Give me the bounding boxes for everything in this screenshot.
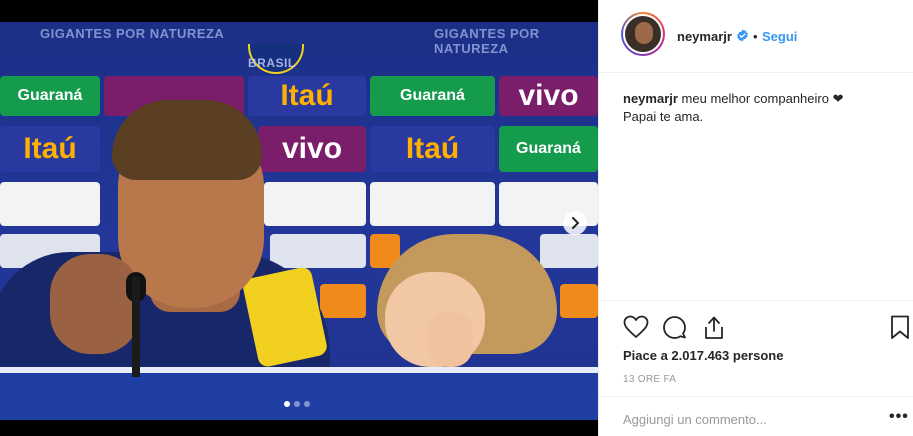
sponsor-tile: Guaraná [499, 126, 598, 172]
post-timestamp[interactable]: 13 ORE FA [623, 374, 676, 385]
carousel-dot[interactable] [294, 401, 300, 407]
share-icon[interactable] [702, 315, 726, 340]
sponsor-tile [320, 284, 366, 318]
more-options-button[interactable]: ••• [889, 408, 909, 426]
heart-icon[interactable] [623, 315, 649, 339]
sponsor-tile [264, 182, 366, 226]
post-header: neymarjr • Segui [599, 0, 913, 73]
child-thumbs-up [428, 312, 473, 367]
carousel-dots [284, 401, 310, 407]
post-caption: neymarjr meu melhor companheiro ❤ Papai … [623, 90, 893, 126]
table-front [0, 373, 598, 420]
bookmark-icon[interactable] [890, 315, 910, 340]
player-hair [112, 100, 262, 180]
sponsor-tile [370, 182, 495, 226]
player-hand [50, 254, 140, 354]
avatar[interactable] [623, 14, 663, 54]
carousel-next-button[interactable] [563, 211, 587, 235]
likes-count[interactable]: Piace a 2.017.463 persone [623, 348, 783, 363]
post-actions: Piace a 2.017.463 persone 13 ORE FA [599, 300, 913, 396]
sponsor-tile: Itaú [370, 126, 495, 172]
wall-text-right: GIGANTES POR NATUREZA [434, 26, 540, 56]
caption-username[interactable]: neymarjr [623, 91, 678, 106]
separator-bullet: • [753, 29, 758, 44]
sponsor-tile [0, 182, 100, 226]
follow-button[interactable]: Segui [762, 29, 797, 44]
microphone-stand [132, 277, 140, 377]
sponsor-tile: vivo [258, 126, 366, 172]
post-photo-area: GIGANTES POR NATUREZA GIGANTES POR NATUR… [0, 0, 598, 436]
wall-text-left: GIGANTES POR NATUREZA [40, 26, 225, 41]
sponsor-tile: Itaú [248, 76, 366, 116]
sponsor-tile: Guaraná [0, 76, 100, 116]
sponsor-tile: vivo [499, 76, 598, 116]
comment-bar: ••• [599, 396, 913, 436]
carousel-dot[interactable] [304, 401, 310, 407]
avatar-story-ring[interactable] [621, 12, 665, 56]
sponsor-tile [270, 234, 366, 268]
post-side-panel: neymarjr • Segui neymarjr meu melhor com… [598, 0, 913, 436]
post-photo[interactable]: GIGANTES POR NATUREZA GIGANTES POR NATUR… [0, 22, 598, 420]
verified-icon [737, 29, 748, 42]
chevron-right-icon [572, 217, 580, 229]
sponsor-tile: Itaú [0, 126, 100, 172]
caption-line-2: Papai te ama. [623, 109, 704, 124]
comment-input[interactable] [623, 409, 863, 429]
sponsor-tile [540, 234, 598, 268]
wall-brand: BRASIL [248, 56, 296, 70]
caption-line-1: meu melhor companheiro ❤ [681, 91, 844, 106]
username-link[interactable]: neymarjr [677, 29, 732, 44]
sponsor-tile: Guaraná [370, 76, 495, 116]
comment-icon[interactable] [662, 315, 687, 339]
sponsor-tile [560, 284, 598, 318]
carousel-dot-active[interactable] [284, 401, 290, 407]
